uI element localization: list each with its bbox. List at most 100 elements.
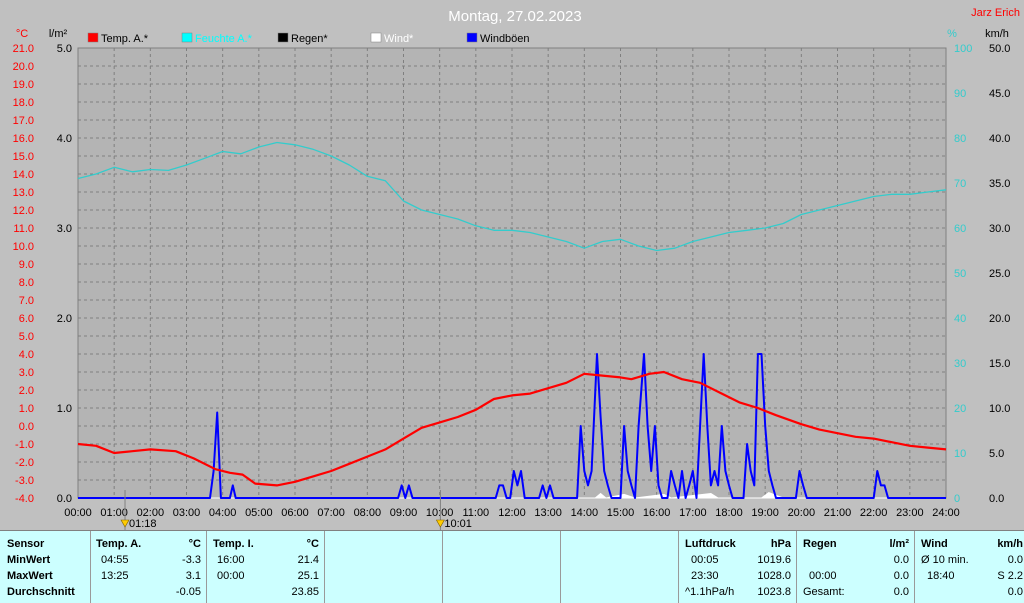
rain-tick-label: 0.0 bbox=[57, 493, 72, 505]
temp-a-avg-value: -0.05 bbox=[175, 586, 201, 598]
x-tick-label: 04:00 bbox=[209, 507, 237, 519]
hum-tick-label: 30 bbox=[954, 358, 966, 370]
temp-a-min-time: 04:55 bbox=[101, 554, 129, 566]
stats-label-column: Sensor MinWert MaxWert Durchschnitt bbox=[0, 531, 90, 603]
x-tick-label: 22:00 bbox=[860, 507, 888, 519]
wind-tick-label: 30.0 bbox=[989, 223, 1010, 235]
regen-max-time: 00:00 bbox=[809, 570, 837, 582]
temp-i-header: Temp. I. bbox=[213, 538, 254, 550]
temp-tick-label: 3.0 bbox=[19, 367, 34, 379]
wind-unit-label: km/h bbox=[985, 28, 1009, 40]
hum-tick-label: 70 bbox=[954, 178, 966, 190]
temp-tick-label: -4.0 bbox=[15, 493, 34, 505]
legend-item-2: Regen* bbox=[277, 32, 328, 45]
temp-tick-label: 10.0 bbox=[13, 241, 34, 253]
wind-tick-label: 50.0 bbox=[989, 43, 1010, 55]
stats-label-sensor: Sensor bbox=[7, 538, 45, 550]
wind-tick-label: 10.0 bbox=[989, 403, 1010, 415]
x-tick-label: 24:00 bbox=[932, 507, 960, 519]
stats-label-avg: Durchschnitt bbox=[7, 586, 75, 598]
temp-i-min-time: 16:00 bbox=[217, 554, 245, 566]
temp-tick-label: 12.0 bbox=[13, 205, 34, 217]
legend-swatch-4 bbox=[466, 32, 478, 43]
x-tick-label: 09:00 bbox=[390, 507, 418, 519]
wind-tick-label: 15.0 bbox=[989, 358, 1010, 370]
wind-third-value: 0.0 bbox=[1007, 586, 1023, 598]
wind-header: Wind bbox=[921, 538, 948, 550]
legend-swatch-1 bbox=[181, 32, 193, 43]
stats-regen: Regen l/m² 0.0 00:00 0.0 Gesamt: 0.0 bbox=[796, 531, 915, 603]
wind-tick-label: 25.0 bbox=[989, 268, 1010, 280]
temp-tick-label: -1.0 bbox=[15, 439, 34, 451]
legend-item-4: Windböen bbox=[466, 32, 530, 45]
legend-item-1: Feuchte A.* bbox=[181, 32, 253, 45]
temp-tick-label: 15.0 bbox=[13, 151, 34, 163]
stats-label-max: MaxWert bbox=[7, 570, 53, 582]
temp-tick-label: 2.0 bbox=[19, 385, 34, 397]
wind-unit: km/h bbox=[997, 538, 1023, 550]
x-tick-label: 05:00 bbox=[245, 507, 273, 519]
x-tick-label: 06:00 bbox=[281, 507, 309, 519]
temp-tick-label: 20.0 bbox=[13, 61, 34, 73]
hum-tick-label: 40 bbox=[954, 313, 966, 325]
author-label: Jarz Erich bbox=[971, 7, 1020, 19]
luft-min-time: 00:05 bbox=[691, 554, 719, 566]
temp-tick-label: 13.0 bbox=[13, 187, 34, 199]
wind-tick-label: 20.0 bbox=[989, 313, 1010, 325]
stats-luftdruck: Luftdruck hPa 00:05 1019.6 23:30 1028.0 … bbox=[678, 531, 797, 603]
stats-empty-3 bbox=[560, 531, 679, 603]
luft-avg-value: 1023.8 bbox=[757, 586, 791, 598]
x-tick-label: 07:00 bbox=[317, 507, 345, 519]
hum-tick-label: 0 bbox=[954, 493, 960, 505]
temp-tick-label: 0.0 bbox=[19, 421, 34, 433]
temp-tick-label: 7.0 bbox=[19, 295, 34, 307]
temp-tick-label: 8.0 bbox=[19, 277, 34, 289]
temp-tick-label: 19.0 bbox=[13, 79, 34, 91]
rain-tick-label: 5.0 bbox=[57, 43, 72, 55]
temp-tick-label: 17.0 bbox=[13, 115, 34, 127]
rain-tick-label: 4.0 bbox=[57, 133, 72, 145]
rain-tick-label: 3.0 bbox=[57, 223, 72, 235]
sunset-time-label: 10:01 bbox=[444, 518, 472, 530]
temp-tick-label: 4.0 bbox=[19, 349, 34, 361]
x-tick-label: 23:00 bbox=[896, 507, 924, 519]
luft-trend: ^1.1hPa/h bbox=[685, 586, 735, 598]
stats-temp-i: Temp. I. °C 16:00 21.4 00:00 25.1 23.85 bbox=[206, 531, 325, 603]
hum-tick-label: 20 bbox=[954, 403, 966, 415]
regen-total-label: Gesamt: bbox=[803, 586, 845, 598]
weather-chart: Montag, 27.02.2023 Jarz Erich °C l/m² % … bbox=[13, 7, 1020, 530]
x-tick-label: 16:00 bbox=[643, 507, 671, 519]
temp-a-min-value: -3.3 bbox=[182, 554, 201, 566]
rain-tick-label: 2.0 bbox=[57, 313, 72, 325]
temp-i-max-time: 00:00 bbox=[217, 570, 245, 582]
temp-a-max-value: 3.1 bbox=[185, 570, 201, 582]
wind-tick-label: 45.0 bbox=[989, 88, 1010, 100]
luft-unit: hPa bbox=[770, 538, 791, 550]
stats-temp-a: Temp. A. °C 04:55 -3.3 13:25 3.1 -0.05 bbox=[90, 531, 207, 603]
legend-item-0: Temp. A.* bbox=[87, 32, 149, 45]
temp-i-min-value: 21.4 bbox=[297, 554, 319, 566]
hum-tick-label: 100 bbox=[954, 43, 972, 55]
wind-tick-label: 5.0 bbox=[989, 448, 1004, 460]
luft-max-time: 23:30 bbox=[691, 570, 719, 582]
legend-label-2: Regen* bbox=[291, 33, 328, 45]
temp-tick-label: 14.0 bbox=[13, 169, 34, 181]
legend-label-4: Windböen bbox=[480, 33, 530, 45]
x-tick-label: 21:00 bbox=[824, 507, 852, 519]
x-tick-label: 13:00 bbox=[534, 507, 562, 519]
wind-tick-label: 0.0 bbox=[989, 493, 1004, 505]
hum-unit-label: % bbox=[947, 28, 957, 40]
stats-label-min: MinWert bbox=[7, 554, 51, 566]
temp-unit-label: °C bbox=[16, 28, 28, 40]
wind-avg-value: 0.0 bbox=[1007, 554, 1023, 566]
sunrise-time-label: 01:18 bbox=[129, 518, 157, 530]
luft-max-value: 1028.0 bbox=[757, 570, 791, 582]
legend-label-3: Wind* bbox=[384, 33, 414, 45]
legend-item-3: Wind* bbox=[370, 32, 414, 45]
temp-tick-label: 21.0 bbox=[13, 43, 34, 55]
temp-tick-label: 6.0 bbox=[19, 313, 34, 325]
x-tick-label: 19:00 bbox=[751, 507, 779, 519]
temp-tick-label: 9.0 bbox=[19, 259, 34, 271]
hum-tick-label: 50 bbox=[954, 268, 966, 280]
legend-label-1: Feuchte A.* bbox=[195, 33, 253, 45]
